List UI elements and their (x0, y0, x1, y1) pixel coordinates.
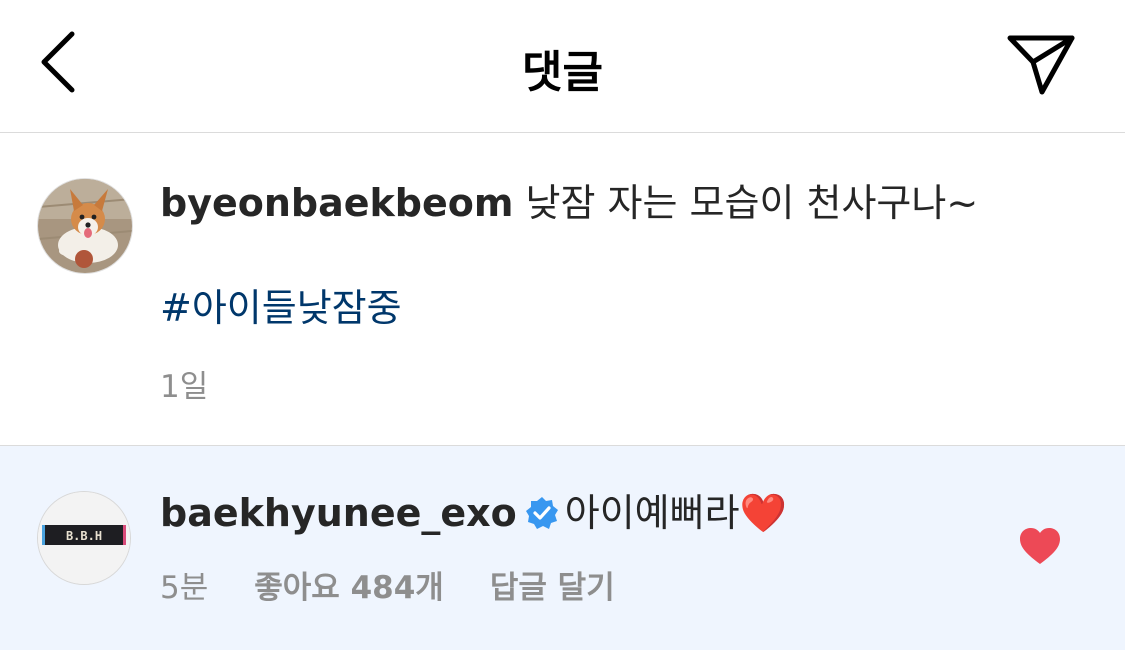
header-bar: 댓글 (0, 0, 1125, 133)
page-title: 댓글 (522, 47, 603, 98)
caption-username[interactable]: byeonbaekbeom (160, 181, 513, 225)
comment-timestamp: 5분 (160, 570, 209, 606)
comment-text-line: baekhyunee_exo 아이예뻐라❤️ (160, 491, 787, 536)
share-button[interactable] (1000, 28, 1080, 100)
reply-button[interactable]: 답글 달기 (490, 562, 615, 607)
verified-badge-icon (525, 496, 558, 529)
comment-username[interactable]: baekhyunee_exo (160, 491, 517, 535)
caption-timestamp: 1일 (160, 369, 209, 405)
paper-plane-icon (1007, 35, 1075, 95)
comment-item: B.B.H baekhyunee_exo 아이예뻐라❤️ 5분 좋아요 484개 답… (0, 446, 1125, 650)
svg-text:B.B.H: B.B.H (66, 529, 102, 543)
corgi-dog-avatar (38, 179, 132, 273)
comment-avatar[interactable]: B.B.H (37, 491, 131, 585)
hashtag-link[interactable]: #아이들낮잠중 (160, 286, 402, 330)
avatar[interactable] (37, 178, 133, 274)
comment-text: 아이예뻐라❤️ (564, 491, 787, 535)
comment-like-button[interactable] (1018, 526, 1062, 566)
post-caption: byeonbaekbeom 낮잠 자는 모습이 천사구나~ #아이들낮잠중 1일 (0, 133, 1125, 446)
caption-text-line: byeonbaekbeom 낮잠 자는 모습이 천사구나~ (160, 181, 978, 225)
bbh-logo-avatar: B.B.H (38, 492, 130, 584)
heart-filled-icon (1020, 528, 1060, 564)
comments-screen: 댓글 byeonbaekbeom 낮잠 자는 모습이 천사구나~ #아이들낮잠중… (0, 0, 1125, 650)
comment-likes-count[interactable]: 좋아요 484개 (254, 562, 444, 607)
caption-text: 낮잠 자는 모습이 천사구나~ (513, 181, 979, 225)
comment-meta: 5분 좋아요 484개 답글 달기 (160, 562, 615, 607)
